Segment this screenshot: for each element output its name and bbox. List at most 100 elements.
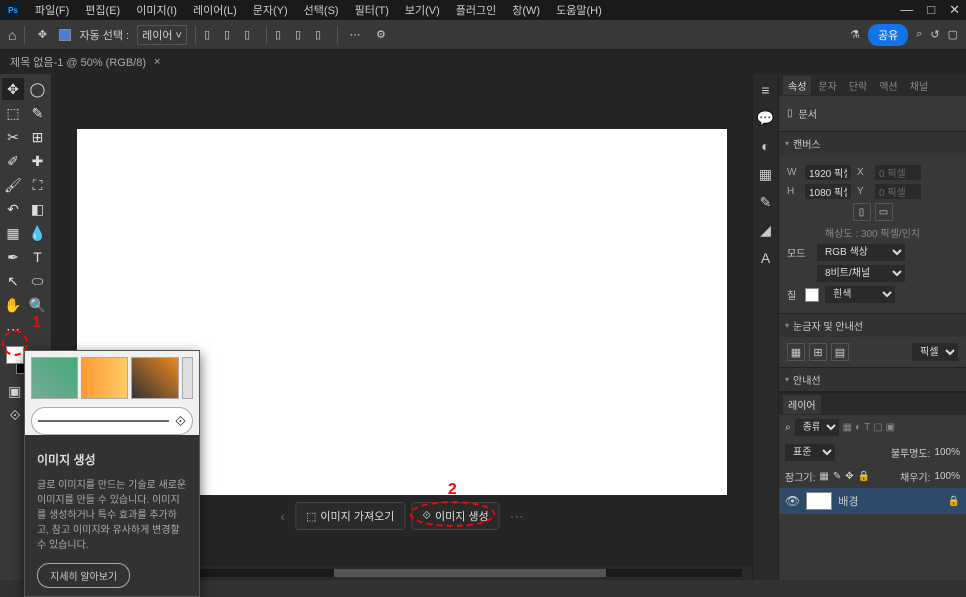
guides-icon[interactable]: ▤ — [831, 343, 849, 361]
adjustments-dock-icon[interactable]: ≡ — [757, 82, 775, 100]
zoom-tool[interactable]: 🔍 — [27, 294, 49, 316]
beaker-icon[interactable]: ⚗ — [850, 28, 860, 41]
layer-lock-icon[interactable]: 🔒 — [948, 496, 960, 507]
minimize-icon[interactable]: — — [900, 2, 913, 18]
color-dock-icon[interactable]: ◐ — [757, 138, 775, 156]
filter-type-icon[interactable]: T — [864, 422, 870, 433]
y-input[interactable] — [875, 184, 921, 199]
edit-toolbar-tool[interactable]: ⋯ — [2, 318, 24, 340]
layer-filter-select[interactable]: 종류 — [795, 419, 839, 436]
taskbar-more-icon[interactable]: ⋯ — [506, 508, 528, 525]
menu-help[interactable]: 도움말(H) — [549, 0, 609, 20]
ruler-unit-select[interactable]: 픽셀 — [912, 343, 958, 361]
filter-adjust-icon[interactable]: ◐ — [855, 422, 861, 433]
tab-layers[interactable]: 레이어 — [783, 395, 821, 414]
filter-image-icon[interactable]: ▦ — [843, 422, 852, 433]
ellipse-marquee-tool[interactable]: ◯ — [27, 78, 49, 100]
lock-position-icon[interactable]: ✥ — [845, 471, 853, 482]
gradient-tool[interactable]: ▦ — [2, 222, 24, 244]
rulers-section-header[interactable]: 눈금자 및 안내선 — [779, 313, 966, 337]
document-tab[interactable]: 제목 없음-1 @ 50% (RGB/8) — [10, 54, 146, 70]
ruler-icon[interactable]: ▦ — [787, 343, 805, 361]
menu-filter[interactable]: 필터(T) — [348, 0, 396, 20]
width-input[interactable] — [805, 165, 851, 180]
home-icon[interactable]: ⌂ — [8, 27, 16, 43]
menu-image[interactable]: 이미지(I) — [129, 0, 184, 20]
brush-tool[interactable]: 🖌 — [2, 174, 24, 196]
grid-icon[interactable]: ⊞ — [809, 343, 827, 361]
more-align-icon[interactable]: ⋯ — [346, 26, 364, 44]
menu-select[interactable]: 선택(S) — [297, 0, 346, 20]
landscape-icon[interactable]: ▭ — [875, 203, 893, 221]
quickmask-tool[interactable]: ▣ — [4, 380, 26, 402]
tab-paragraph[interactable]: 단락 — [844, 76, 872, 95]
comment-dock-icon[interactable]: 💬 — [757, 110, 775, 128]
lock-all-icon[interactable]: 🔒 — [858, 471, 870, 482]
stamp-tool[interactable]: ⛶ — [27, 174, 49, 196]
move-tool[interactable]: ✥ — [2, 78, 24, 100]
distribute-icon[interactable]: ▯ — [295, 28, 309, 42]
crop-tool[interactable]: ✂ — [2, 126, 24, 148]
menu-type[interactable]: 문자(Y) — [246, 0, 295, 20]
type-tool[interactable]: T — [27, 246, 49, 268]
menu-file[interactable]: 파일(F) — [28, 0, 76, 20]
maximize-icon[interactable]: □ — [927, 2, 935, 18]
bit-depth-select[interactable]: 8비트/채널 — [817, 265, 905, 282]
guides-section-header[interactable]: 안내선 — [779, 367, 966, 391]
autoselect-checkbox[interactable] — [59, 29, 71, 41]
align-left-icon[interactable]: ▯ — [204, 28, 218, 42]
canvas-section-header[interactable]: 캔버스 — [779, 131, 966, 155]
menu-edit[interactable]: 편집(E) — [78, 0, 127, 20]
gradient-dock-icon[interactable]: ◢ — [757, 222, 775, 240]
layer-thumbnail[interactable] — [806, 492, 832, 510]
fill-swatch[interactable] — [805, 288, 819, 302]
lock-transparency-icon[interactable]: ▦ — [819, 471, 828, 482]
tab-channels[interactable]: 채널 — [905, 76, 933, 95]
close-icon[interactable]: ✕ — [949, 2, 960, 18]
scrollbar-thumb[interactable] — [334, 569, 606, 577]
pen-tool[interactable]: ✒ — [2, 246, 24, 268]
history-brush-tool[interactable]: ↶ — [2, 198, 24, 220]
tab-properties[interactable]: 속성 — [783, 76, 811, 95]
path-select-tool[interactable]: ↖ — [2, 270, 24, 292]
marquee-tool[interactable]: ⬚ — [2, 102, 24, 124]
swatches-dock-icon[interactable]: ▦ — [757, 166, 775, 184]
distribute-icon[interactable]: ▯ — [275, 28, 289, 42]
align-right-icon[interactable]: ▯ — [244, 28, 258, 42]
healing-tool[interactable]: ✚ — [27, 150, 49, 172]
search-icon[interactable]: ⌕ — [916, 28, 922, 41]
autoselect-dropdown[interactable]: 레이어 ˅ — [137, 25, 187, 45]
import-image-button[interactable]: ⬚ 이미지 가져오기 — [295, 502, 405, 530]
tab-actions[interactable]: 액션 — [874, 76, 902, 95]
tab-character[interactable]: 문자 — [813, 76, 841, 95]
lock-paint-icon[interactable]: ✎ — [833, 471, 841, 482]
learn-more-button[interactable]: 지세히 알아보기 — [37, 563, 130, 588]
align-center-icon[interactable]: ▯ — [224, 28, 238, 42]
height-input[interactable] — [805, 184, 851, 199]
filter-shape-icon[interactable]: ▢ — [873, 422, 882, 433]
blend-mode-select[interactable]: 표준 — [785, 444, 835, 461]
color-mode-select[interactable]: RGB 색상 — [817, 244, 905, 261]
layer-name[interactable]: 배경 — [838, 493, 858, 509]
lasso-tool[interactable]: ⬭ — [27, 270, 49, 292]
fg-color-swatch[interactable] — [6, 346, 24, 364]
menu-plugin[interactable]: 플러그인 — [449, 0, 503, 20]
filter-smart-icon[interactable]: ▣ — [886, 422, 895, 433]
distribute-icon[interactable]: ▯ — [315, 28, 329, 42]
search-icon[interactable]: ⌕ — [785, 422, 791, 433]
x-input[interactable] — [875, 165, 921, 180]
quick-select-tool[interactable]: ✎ — [27, 102, 49, 124]
layer-visibility-icon[interactable]: 👁 — [785, 494, 800, 508]
history-icon[interactable]: ↺ — [930, 28, 939, 41]
layer-row[interactable]: 👁 배경 🔒 — [779, 488, 966, 514]
type-dock-icon[interactable]: A — [757, 250, 775, 268]
generate-image-button[interactable]: ⟐ 이미지 생성 2 — [411, 502, 499, 530]
menu-view[interactable]: 보기(V) — [398, 0, 447, 20]
eyedropper-tool[interactable]: ✐ — [2, 150, 24, 172]
share-button[interactable]: 공유 — [868, 24, 908, 46]
eraser-tool[interactable]: ◧ — [27, 198, 49, 220]
hand-tool[interactable]: ✋ — [2, 294, 24, 316]
tab-close-icon[interactable]: × — [154, 56, 160, 68]
frame-tool[interactable]: ⊞ — [27, 126, 49, 148]
menu-window[interactable]: 창(W) — [505, 0, 547, 20]
